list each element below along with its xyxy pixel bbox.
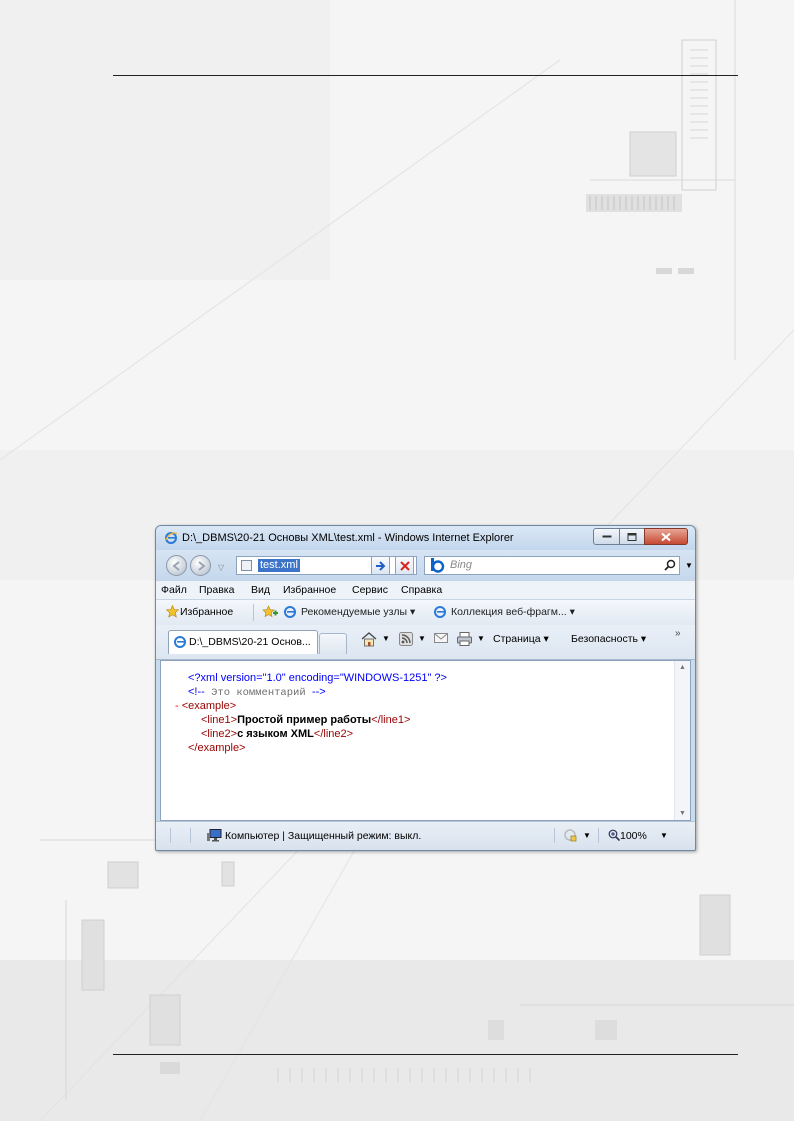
search-icon[interactable] — [664, 559, 676, 571]
comment-text: Это комментарий — [204, 687, 312, 699]
suggested-sites-link[interactable]: Рекомендуемые узлы ▾ — [301, 606, 415, 618]
collapse-toggle[interactable]: - — [175, 700, 179, 712]
status-divider — [598, 828, 599, 843]
close-icon — [661, 532, 671, 541]
footer-rule — [113, 1054, 738, 1055]
search-box[interactable]: Bing — [424, 556, 680, 575]
home-dropdown-icon[interactable]: ▼ — [382, 634, 390, 643]
vertical-scrollbar[interactable]: ▲ ▼ — [674, 661, 690, 820]
web-slice-gallery-link[interactable]: Коллекция веб-фрагм... ▾ — [451, 606, 575, 618]
ie-page-icon — [434, 606, 446, 618]
home-icon[interactable] — [361, 632, 377, 647]
window-title: D:\_DBMS\20-21 Основы XML\test.xml - Win… — [182, 532, 514, 544]
status-divider — [554, 828, 555, 843]
menu-file[interactable]: Файл — [161, 584, 187, 596]
stop-x-icon — [400, 561, 410, 571]
line2-text: с языком XML — [237, 728, 314, 740]
new-tab-button[interactable] — [319, 633, 347, 654]
menu-favorites[interactable]: Избранное — [283, 584, 336, 596]
comment-open: <!-- — [188, 686, 205, 698]
line1-text: Простой пример работы — [237, 714, 372, 726]
safety-menu-button[interactable]: Безопасность ▾ — [571, 633, 646, 645]
title-bar[interactable]: D:\_DBMS\20-21 Основы XML\test.xml - Win… — [156, 526, 695, 550]
tab-label: D:\_DBMS\20-21 Основ... — [189, 636, 311, 648]
xml-example-open: - <example> — [175, 700, 236, 713]
header-rule — [113, 75, 738, 76]
history-dropdown-icon[interactable]: ▽ — [218, 563, 224, 572]
xml-declaration: <?xml version="1.0" encoding="WINDOWS-12… — [188, 672, 447, 685]
address-input[interactable]: test.xml — [258, 559, 300, 572]
line2-open-tag: <line2> — [201, 728, 238, 740]
mail-icon[interactable] — [434, 632, 448, 644]
document-view[interactable]: <?xml version="1.0" encoding="WINDOWS-12… — [160, 660, 691, 821]
bing-logo-icon — [431, 558, 445, 573]
forward-button[interactable] — [190, 555, 211, 576]
ie-logo-icon — [165, 532, 177, 544]
menu-tools[interactable]: Сервис — [352, 584, 388, 596]
zoom-icon[interactable] — [608, 829, 620, 841]
favorites-bar: Избранное Рекомендуемые узлы ▾ Коллекция… — [156, 600, 695, 625]
search-dropdown-icon[interactable]: ▼ — [685, 561, 693, 570]
maximize-icon — [627, 532, 637, 541]
forward-arrow-icon — [198, 561, 206, 571]
more-commands-icon[interactable]: » — [675, 628, 681, 639]
line1-open-tag: <line1> — [201, 714, 238, 726]
minimize-button[interactable] — [593, 528, 620, 545]
search-input[interactable]: Bing — [450, 559, 472, 571]
zone-dropdown-icon[interactable]: ▼ — [583, 831, 591, 840]
menu-help[interactable]: Справка — [401, 584, 442, 596]
toolbar-separator — [253, 604, 254, 621]
comment-close: --> — [311, 686, 326, 698]
feeds-dropdown-icon[interactable]: ▼ — [418, 634, 426, 643]
xml-comment: <!-- Это комментарий --> — [188, 686, 326, 700]
zoom-level[interactable]: 100% — [620, 830, 647, 842]
scroll-up-icon[interactable]: ▲ — [679, 664, 686, 671]
xml-declaration-text: <?xml version="1.0" encoding="WINDOWS-12… — [188, 672, 447, 684]
tab-active[interactable]: D:\_DBMS\20-21 Основ... — [168, 630, 318, 654]
print-icon[interactable] — [457, 632, 472, 646]
back-button[interactable] — [166, 555, 187, 576]
example-close-tag: </example> — [188, 742, 246, 754]
example-open-tag: <example> — [181, 700, 237, 712]
status-bar: Компьютер | Защищенный режим: выкл. ▼ 10… — [156, 821, 695, 850]
go-arrow-icon — [376, 561, 386, 571]
page-menu-button[interactable]: Страница ▾ — [493, 633, 549, 645]
xml-example-close: </example> — [188, 742, 245, 755]
ie-page-icon — [174, 636, 186, 648]
add-to-favorites-icon[interactable] — [262, 605, 278, 619]
page-icon — [241, 560, 252, 571]
minimize-icon — [602, 535, 611, 537]
line1-close-tag: </line1> — [371, 714, 411, 726]
stop-button[interactable] — [395, 556, 414, 575]
xml-line2: <line2>с языком XML</line2> — [201, 728, 353, 741]
status-divider — [170, 828, 171, 843]
protected-mode-lock-icon[interactable] — [563, 829, 577, 842]
xml-line1: <line1>Простой пример работы</line1> — [201, 714, 410, 727]
tab-row: D:\_DBMS\20-21 Основ... ▼ ▼ ▼ Страница ▾… — [156, 625, 695, 660]
back-arrow-icon — [172, 561, 180, 571]
menu-bar: Файл Правка Вид Избранное Сервис Справка — [156, 580, 695, 600]
menu-edit[interactable]: Правка — [199, 584, 234, 596]
feeds-icon[interactable] — [399, 632, 413, 646]
security-zone-text[interactable]: Компьютер | Защищенный режим: выкл. — [225, 830, 421, 842]
line2-close-tag: </line2> — [313, 728, 354, 740]
scroll-down-icon[interactable]: ▼ — [679, 810, 686, 817]
status-divider — [190, 828, 191, 843]
navigation-bar: ▽ test.xml ▼ Bing ▼ — [156, 550, 695, 580]
favorites-button[interactable]: Избранное — [180, 606, 233, 618]
close-button[interactable] — [644, 528, 688, 545]
zoom-dropdown-icon[interactable]: ▼ — [660, 831, 668, 840]
menu-view[interactable]: Вид — [251, 584, 270, 596]
go-button[interactable] — [371, 556, 390, 575]
computer-icon — [207, 829, 222, 842]
favorites-star-icon — [166, 605, 179, 618]
print-dropdown-icon[interactable]: ▼ — [477, 634, 485, 643]
ie-window: D:\_DBMS\20-21 Основы XML\test.xml - Win… — [155, 525, 696, 851]
maximize-button[interactable] — [619, 528, 645, 545]
ie-page-icon — [284, 606, 296, 618]
